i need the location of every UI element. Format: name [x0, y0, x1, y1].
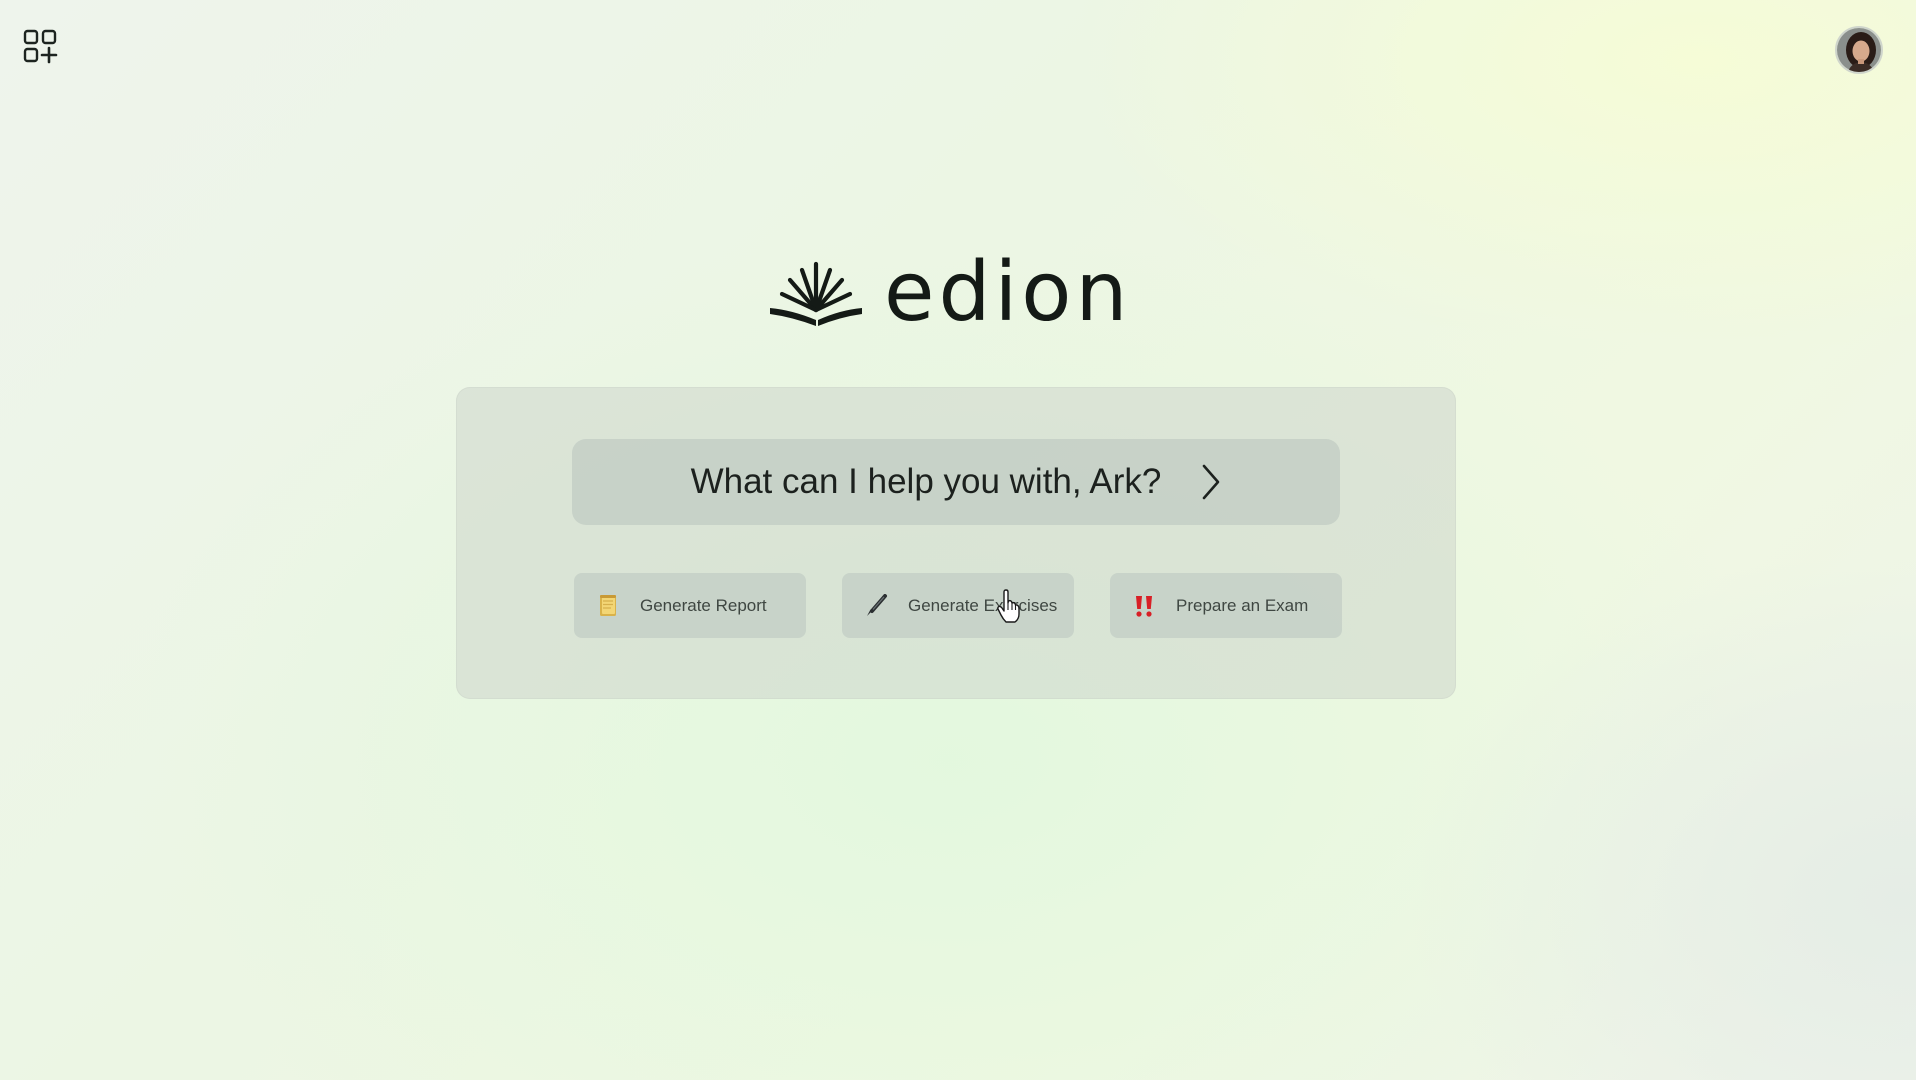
- assistant-panel: What can I help you with, Ark? Generate …: [456, 387, 1456, 699]
- prepare-exam-button[interactable]: Prepare an Exam: [1110, 573, 1342, 638]
- double-exclamation-icon: [1132, 594, 1156, 618]
- pen-icon: [864, 593, 888, 618]
- prepare-exam-label: Prepare an Exam: [1176, 595, 1309, 615]
- notepad-icon: [596, 594, 620, 618]
- generate-exercises-button[interactable]: Generate Exercises: [842, 573, 1074, 638]
- prompt-text: What can I help you with, Ark?: [690, 462, 1162, 501]
- generate-report-label: Generate Report: [640, 595, 767, 615]
- open-book-rays-logo: [770, 261, 862, 326]
- chevron-right-icon[interactable]: [1201, 463, 1221, 501]
- generate-report-button[interactable]: Generate Report: [574, 573, 806, 638]
- prompt-input[interactable]: What can I help you with, Ark?: [572, 439, 1340, 525]
- user-avatar[interactable]: [1835, 26, 1883, 74]
- apps-grid-plus-icon[interactable]: [22, 28, 58, 64]
- brand-name: edion: [884, 245, 1132, 340]
- generate-exercises-label: Generate Exercises: [908, 595, 1058, 615]
- brand-logo: edion: [768, 245, 1132, 340]
